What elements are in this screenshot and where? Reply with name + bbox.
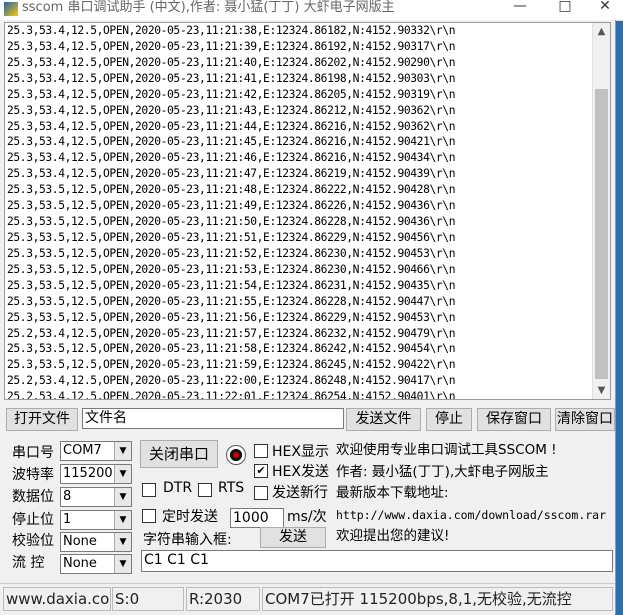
hex-display-checkbox[interactable]	[254, 444, 268, 458]
stopbits-label: 停止位	[12, 512, 54, 528]
log-scrollbar[interactable]: ▲ ▼	[592, 23, 610, 399]
flow-select[interactable]: None ▼	[60, 554, 132, 574]
status-received-count: R:2030	[186, 587, 260, 611]
dtr-checkbox[interactable]	[142, 483, 156, 497]
chevron-down-icon: ▼	[114, 442, 131, 460]
rts-checkbox[interactable]	[198, 483, 212, 497]
clear-window-button[interactable]: 清除窗口	[555, 408, 615, 431]
port-value: COM7	[63, 443, 102, 458]
send-input[interactable]: C1 C1 C1	[141, 550, 613, 572]
hex-send-label: HEX发送	[272, 464, 329, 480]
dtr-label: DTR	[163, 480, 193, 496]
log-line: 25.2,53.4,12.5,OPEN,2020-05-23,11:21:57,…	[7, 326, 456, 340]
info-panel: 欢迎使用专业串口调试工具SSCOM ! 作者: 聂小猛(丁丁),大虾电子网版主 …	[336, 440, 613, 548]
parity-value: None	[63, 534, 97, 549]
log-line: 25.3,53.4,12.5,OPEN,2020-05-23,11:21:41,…	[7, 71, 456, 85]
status-bar: www.daxia.com S:0 R:2030 COM7已打开 115200b…	[0, 583, 615, 615]
log-line: 25.3,53.5,12.5,OPEN,2020-05-23,11:21:59,…	[7, 358, 456, 372]
send-button[interactable]: 发送	[260, 527, 326, 548]
port-select[interactable]: COM7 ▼	[60, 441, 132, 461]
hex-send-checkbox[interactable]: ✔	[254, 464, 268, 478]
chevron-down-icon: ▼	[114, 511, 131, 529]
hex-display-label: HEX显示	[272, 444, 329, 460]
baud-label: 波特率	[12, 467, 54, 483]
log-line: 25.3,53.4,12.5,OPEN,2020-05-23,11:21:39,…	[7, 39, 456, 53]
log-line: 25.3,53.4,12.5,OPEN,2020-05-23,11:21:42,…	[7, 87, 456, 101]
log-line: 25.3,53.4,12.5,OPEN,2020-05-23,11:21:45,…	[7, 135, 456, 149]
parity-label: 校验位	[12, 533, 54, 549]
window-title: sscom 串口调试助手 (中文),作者: 聂小猛(丁丁) 大虾电子网版主	[22, 0, 395, 15]
log-line: 25.3,53.5,12.5,OPEN,2020-05-23,11:21:55,…	[7, 294, 456, 308]
interval-unit: ms/次	[287, 509, 327, 525]
close-port-button[interactable]: 关闭串口	[140, 440, 218, 468]
scroll-thumb[interactable]	[595, 89, 608, 379]
log-line: 25.3,53.5,12.5,OPEN,2020-05-23,11:21:51,…	[7, 230, 456, 244]
log-line: 25.3,53.5,12.5,OPEN,2020-05-23,11:21:50,…	[7, 215, 456, 229]
log-lines: 25.3,53.4,12.5,OPEN,2020-05-23,11:21:38,…	[7, 23, 591, 400]
scroll-down-icon[interactable]: ▼	[593, 382, 610, 399]
filename-field[interactable]: 文件名	[82, 408, 344, 429]
log-line: 25.3,53.4,12.5,OPEN,2020-05-23,11:21:40,…	[7, 55, 456, 69]
open-file-button[interactable]: 打开文件	[6, 408, 78, 431]
info-welcome: 欢迎使用专业串口调试工具SSCOM !	[336, 442, 557, 458]
log-line: 25.3,53.4,12.5,OPEN,2020-05-23,11:21:38,…	[7, 24, 456, 37]
flow-label: 流 控	[12, 555, 45, 571]
log-line: 25.3,53.4,12.5,OPEN,2020-05-23,11:21:46,…	[7, 151, 456, 165]
port-led	[226, 445, 246, 465]
chevron-down-icon: ▼	[114, 465, 131, 483]
stopbits-select[interactable]: 1 ▼	[60, 510, 132, 530]
status-site[interactable]: www.daxia.com	[3, 587, 111, 611]
check-icon: ✔	[256, 464, 266, 477]
interval-input[interactable]: 1000	[230, 508, 284, 528]
chevron-down-icon: ▼	[114, 533, 131, 551]
scroll-up-icon[interactable]: ▲	[593, 23, 610, 40]
log-line: 25.3,53.4,12.5,OPEN,2020-05-23,11:21:43,…	[7, 103, 456, 117]
receive-log[interactable]: 25.3,53.4,12.5,OPEN,2020-05-23,11:21:38,…	[4, 22, 611, 400]
info-download-label: 最新版本下载地址:	[336, 485, 449, 501]
save-window-button[interactable]: 保存窗口	[477, 408, 551, 431]
info-feedback: 欢迎提出您的建议!	[336, 528, 450, 544]
title-bar: sscom 串口调试助手 (中文),作者: 聂小猛(丁丁) 大虾电子网版主 — …	[0, 0, 623, 21]
app-icon	[4, 2, 18, 16]
rts-label: RTS	[218, 480, 245, 496]
parity-select[interactable]: None ▼	[60, 532, 132, 552]
log-line: 25.3,53.5,12.5,OPEN,2020-05-23,11:21:56,…	[7, 310, 456, 324]
send-newline-checkbox[interactable]	[254, 486, 268, 500]
databits-select[interactable]: 8 ▼	[60, 487, 132, 507]
chevron-down-icon: ▼	[114, 488, 131, 506]
record-icon	[230, 449, 242, 461]
databits-value: 8	[63, 489, 72, 504]
chevron-down-icon: ▼	[114, 555, 131, 573]
stop-button[interactable]: 停止	[426, 408, 472, 431]
baud-select[interactable]: 115200 ▼	[60, 464, 132, 484]
baud-value: 115200	[63, 466, 113, 481]
info-download-url[interactable]: http://www.daxia.com/download/sscom.rar	[336, 505, 613, 527]
stopbits-value: 1	[63, 512, 72, 527]
log-line: 25.2,53.4,12.5,OPEN,2020-05-23,11:22:01,…	[7, 390, 456, 400]
log-line: 25.3,53.5,12.5,OPEN,2020-05-23,11:21:53,…	[7, 262, 456, 276]
log-line: 25.3,53.5,12.5,OPEN,2020-05-23,11:21:48,…	[7, 183, 456, 197]
log-line: 25.3,53.5,12.5,OPEN,2020-05-23,11:21:52,…	[7, 246, 456, 260]
minimize-button[interactable]: —	[500, 0, 540, 18]
flow-value: None	[63, 556, 97, 571]
port-label: 串口号	[12, 445, 54, 461]
send-file-button[interactable]: 发送文件	[346, 408, 421, 431]
status-sent-count: S:0	[112, 587, 184, 611]
log-line: 25.3,53.5,12.5,OPEN,2020-05-23,11:21:58,…	[7, 342, 456, 356]
log-line: 25.3,53.5,12.5,OPEN,2020-05-23,11:21:49,…	[7, 199, 456, 213]
status-port-info: COM7已打开 115200bps,8,1,无校验,无流控	[262, 587, 613, 611]
main-window: 25.3,53.4,12.5,OPEN,2020-05-23,11:21:38,…	[0, 20, 616, 614]
close-button[interactable]: ✕	[585, 0, 623, 18]
log-line: 25.3,53.4,12.5,OPEN,2020-05-23,11:21:47,…	[7, 167, 456, 181]
log-line: 25.2,53.4,12.5,OPEN,2020-05-23,11:22:00,…	[7, 374, 456, 388]
log-line: 25.3,53.4,12.5,OPEN,2020-05-23,11:21:44,…	[7, 119, 456, 133]
maximize-button[interactable]: □	[545, 0, 585, 18]
timed-send-checkbox[interactable]	[142, 509, 156, 523]
info-author: 作者: 聂小猛(丁丁),大虾电子网版主	[336, 463, 549, 480]
input-label: 字符串输入框:	[143, 532, 232, 548]
databits-label: 数据位	[12, 489, 54, 505]
log-line: 25.3,53.5,12.5,OPEN,2020-05-23,11:21:54,…	[7, 278, 456, 292]
send-newline-label: 发送新行	[272, 485, 328, 501]
timed-send-label: 定时发送	[162, 509, 218, 525]
